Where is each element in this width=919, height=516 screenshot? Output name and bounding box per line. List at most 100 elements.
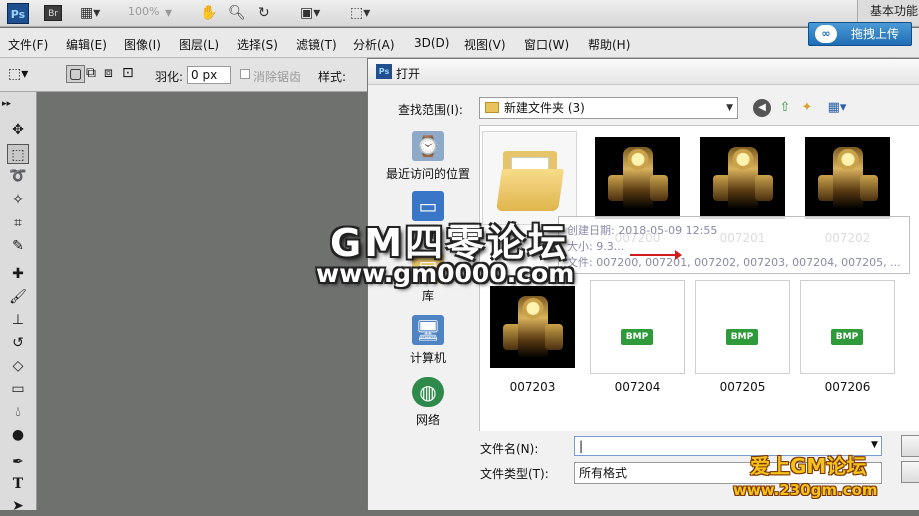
menu-analysis[interactable]: 分析(A) <box>353 36 395 53</box>
antialias-checkbox[interactable] <box>240 69 250 79</box>
add-selection-icon[interactable]: ⧉ <box>86 65 96 81</box>
chevron-down-icon[interactable]: ▼ <box>871 440 878 450</box>
bmp-icon: BMP <box>726 329 758 345</box>
brush-tool-icon[interactable]: 🖌︎ <box>7 287 29 307</box>
new-selection-icon[interactable]: ▢ <box>66 65 86 83</box>
tools-panel: ▸▸ ✥ ⬚ ➰ ✧ ⌗ ✎ ✚ 🖌︎ ⊥ ↺ ◇ ▭ 💧︎ ● ✒ T ➤ <box>0 92 37 514</box>
red-arrow-annotation <box>630 250 682 260</box>
zoom-level[interactable]: 100% <box>128 5 159 18</box>
menu-3d[interactable]: 3D(D) <box>414 36 449 50</box>
file-item[interactable]: BMP 007206 <box>800 280 895 394</box>
menu-select[interactable]: 选择(S) <box>237 36 278 53</box>
lookin-label: 查找范围(I): <box>398 103 463 117</box>
network-icon: ◍ <box>412 377 444 407</box>
menu-bar: 文件(F) 编辑(E) 图像(I) 图层(L) 选择(S) 滤镜(T) 分析(A… <box>0 28 919 58</box>
bridge-button[interactable]: Br <box>44 5 62 21</box>
screen-mode-icon[interactable]: ⬚▾ <box>350 4 370 22</box>
place-library-label: 库 <box>421 289 434 303</box>
clone-stamp-tool-icon[interactable]: ⊥ <box>7 310 29 330</box>
computer-icon: 🖥︎ <box>412 315 444 345</box>
file-item[interactable]: 007203 <box>485 280 580 394</box>
crop-tool-icon[interactable]: ⌗ <box>7 213 29 233</box>
history-brush-tool-icon[interactable]: ↺ <box>7 333 29 353</box>
type-tool-icon[interactable]: T <box>7 474 29 494</box>
collapse-panel-icon[interactable]: ▸▸ <box>2 94 24 114</box>
watermark-url: www.gm0000.com <box>316 259 575 288</box>
dialog-titlebar[interactable]: Ps 打开 <box>368 59 919 85</box>
cancel-button[interactable] <box>901 461 919 483</box>
gradient-tool-icon[interactable]: ▭ <box>7 379 29 399</box>
view-menu-icon[interactable]: ▦▾ <box>822 99 852 117</box>
bmp-icon: BMP <box>621 329 653 345</box>
antialias-label: 消除锯齿 <box>253 70 302 84</box>
marquee-preset-icon[interactable]: ⬚▾ <box>8 66 28 82</box>
file-item[interactable]: BMP 007205 <box>695 280 790 394</box>
marquee-tool-icon[interactable]: ⬚ <box>7 144 29 164</box>
lasso-tool-icon[interactable]: ➰ <box>7 166 29 186</box>
place-computer-label: 计算机 <box>409 351 446 365</box>
up-folder-icon[interactable]: ⇧ <box>776 99 794 117</box>
rotate-view-icon[interactable]: ↻ <box>258 4 270 22</box>
menu-edit[interactable]: 编辑(E) <box>66 36 107 53</box>
pen-tool-icon[interactable]: ✒ <box>7 452 29 472</box>
file-name: 007206 <box>824 380 871 394</box>
style-label: 样式: <box>318 70 347 84</box>
file-item[interactable]: BMP 007204 <box>590 280 685 394</box>
upload-button-label: 拖拽上传 <box>851 27 900 41</box>
image-thumbnail <box>485 280 580 374</box>
bmp-icon: BMP <box>831 329 863 345</box>
back-icon[interactable]: ◀ <box>753 99 771 117</box>
eraser-tool-icon[interactable]: ◇ <box>7 356 29 376</box>
menu-help[interactable]: 帮助(H) <box>588 36 630 53</box>
file-name: 007203 <box>509 380 556 394</box>
chevron-down-icon: ▼ <box>726 103 733 113</box>
folder-large-icon <box>495 145 565 211</box>
move-tool-icon[interactable]: ✥ <box>7 120 29 140</box>
workspace-switcher[interactable]: 基本功能 <box>857 0 919 22</box>
menu-layer[interactable]: 图层(L) <box>179 36 219 53</box>
place-recent-label: 最近访问的位置 <box>385 167 470 181</box>
tooltip-line: 创建日期: 2018-05-09 12:55 <box>567 224 718 237</box>
place-network-label: 网络 <box>415 413 440 427</box>
healing-brush-tool-icon[interactable]: ✚ <box>7 264 29 284</box>
recent-places-icon: ⌚ <box>412 131 444 161</box>
places-bar: ⌚ 最近访问的位置 ▭ 桌面 ▤ 库 🖥︎ 计算机 ◍ 网络 <box>378 125 478 505</box>
view-extras-icon[interactable]: ▦▾ <box>80 4 100 22</box>
magic-wand-tool-icon[interactable]: ✧ <box>7 190 29 210</box>
image-thumbnail <box>695 131 790 225</box>
blur-tool-icon[interactable]: 💧︎ <box>7 402 29 422</box>
menu-file[interactable]: 文件(F) <box>8 36 48 53</box>
place-network[interactable]: ◍ 网络 <box>378 377 478 428</box>
intersect-selection-icon[interactable]: ⊡ <box>122 65 134 81</box>
path-selection-tool-icon[interactable]: ➤ <box>7 496 29 516</box>
upload-button[interactable]: ∞ 拖拽上传 <box>808 22 912 46</box>
hand-tool-icon[interactable]: ✋ <box>200 4 217 22</box>
tooltip-line: 大小: 9.3... <box>567 240 625 253</box>
menu-image[interactable]: 图像(I) <box>124 36 161 53</box>
eyedropper-tool-icon[interactable]: ✎ <box>7 236 29 256</box>
subtract-selection-icon[interactable]: ⧈ <box>104 65 113 81</box>
file-info-tooltip: 创建日期: 2018-05-09 12:55 大小: 9.3... 文件: 00… <box>558 216 910 274</box>
file-name: 007205 <box>719 380 766 394</box>
dodge-tool-icon[interactable]: ● <box>7 425 29 445</box>
menu-filter[interactable]: 滤镜(T) <box>296 36 337 53</box>
menu-view[interactable]: 视图(V) <box>464 36 506 53</box>
bmp-thumbnail: BMP <box>695 280 790 374</box>
cloud-icon: ∞ <box>815 25 837 43</box>
filename-label: 文件名(N): <box>480 442 539 456</box>
menu-window[interactable]: 窗口(W) <box>524 36 569 53</box>
place-recent[interactable]: ⌚ 最近访问的位置 <box>378 131 478 182</box>
feather-input[interactable]: 0 px <box>187 66 231 84</box>
new-folder-icon[interactable]: ✦ <box>798 99 816 117</box>
zoom-dropdown-icon[interactable]: ▾ <box>165 4 172 22</box>
folder-thumbnail <box>482 131 577 225</box>
lookin-value: 新建文件夹 (3) <box>504 101 585 115</box>
image-thumbnail <box>800 131 895 225</box>
open-button[interactable] <box>901 435 919 457</box>
zoom-tool-icon[interactable]: 🔍︎ <box>228 4 246 22</box>
feather-label: 羽化: <box>155 70 184 84</box>
place-computer[interactable]: 🖥︎ 计算机 <box>378 315 478 366</box>
arrange-documents-icon[interactable]: ▣▾ <box>300 4 320 22</box>
file-name: 007204 <box>614 380 661 394</box>
lookin-dropdown[interactable]: 新建文件夹 (3) ▼ <box>479 97 738 119</box>
